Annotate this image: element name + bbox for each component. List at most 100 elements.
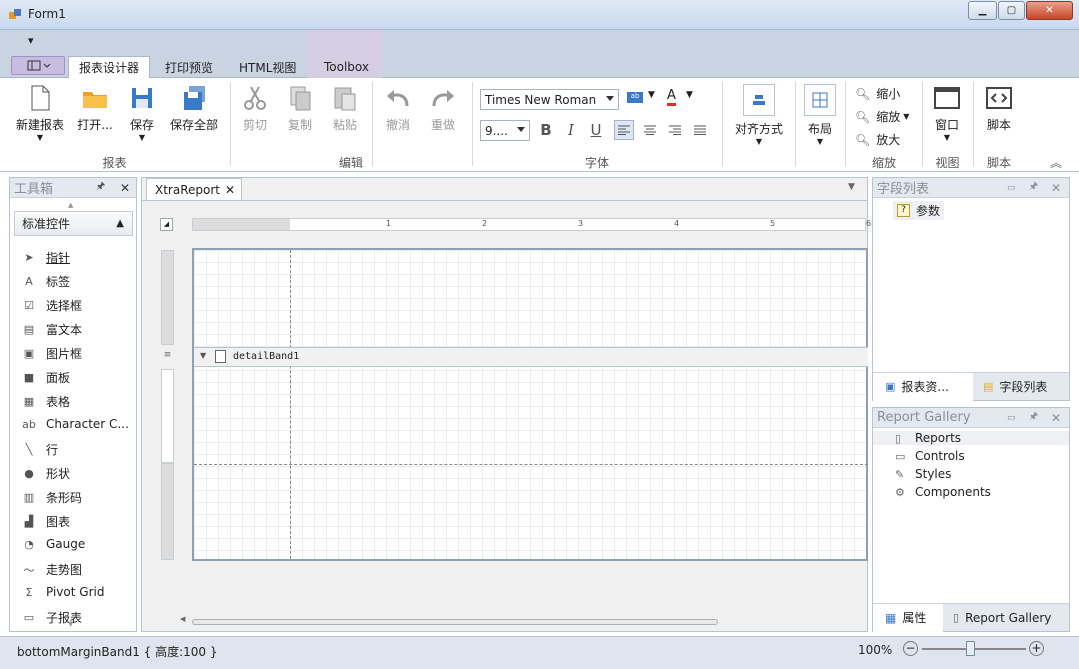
font-size-combo[interactable]: 9.... — [480, 120, 530, 141]
tab-print-preview[interactable]: 打印预览 — [155, 56, 223, 78]
vertical-ruler-top — [161, 250, 174, 345]
ruler-number: 5 — [770, 219, 776, 228]
band-grip-icon[interactable]: ≡ — [161, 350, 174, 362]
undo-button[interactable]: 撤消 — [384, 84, 412, 133]
save-button[interactable]: 保存 ▼ — [128, 84, 156, 142]
redo-button[interactable]: 重做 — [429, 84, 457, 133]
toolbox-item[interactable]: ▤ 富文本 — [22, 321, 82, 338]
font-color-dropdown[interactable]: ▼ — [686, 90, 693, 100]
pin-icon[interactable]: 🖈 — [1029, 179, 1038, 196]
band-header-detail[interactable]: ▼ detailBand1 — [194, 347, 868, 367]
toolbox-item[interactable]: ▣ 图片框 — [22, 345, 82, 362]
maximize-button[interactable]: ▢ — [998, 1, 1025, 20]
gallery-item[interactable]: ▭ Controls — [895, 449, 965, 463]
toolbox-item[interactable]: ab Character C... — [22, 417, 129, 431]
tab-report-gallery[interactable]: ▯ Report Gallery — [943, 611, 1051, 625]
ruler-number: 4 — [674, 219, 680, 228]
zoom-slider-thumb[interactable] — [966, 641, 975, 656]
scroll-up-icon[interactable]: ▲ — [68, 201, 73, 209]
toolbox-item[interactable]: ● 形状 — [22, 465, 70, 482]
toolbox-item[interactable]: Σ Pivot Grid — [22, 585, 105, 599]
group-label-edit: 编辑 — [338, 156, 363, 170]
close-panel-icon[interactable]: ✕ — [1051, 181, 1061, 195]
toolbox-item-label: Character C... — [46, 417, 129, 431]
toolbox-item[interactable]: ➤ 指针 — [22, 249, 70, 266]
tab-toolbox[interactable]: Toolbox — [314, 56, 379, 78]
layout-button[interactable]: 布局 ▼ — [804, 84, 836, 146]
zoom-in-button[interactable]: 🔍︎ 放大 — [855, 131, 900, 148]
align-button[interactable]: 对齐方式 ▼ — [732, 84, 786, 146]
toolbox-section-header[interactable]: 标准控件 ▲ — [14, 211, 133, 236]
field-list-item[interactable]: ? 参数 — [893, 201, 945, 220]
toolbox-item[interactable]: A 标签 — [22, 273, 70, 290]
toolbox-item[interactable]: ▥ 条形码 — [22, 489, 82, 506]
script-button[interactable]: 脚本 — [983, 84, 1015, 133]
minimize-button[interactable]: ▁ — [968, 1, 997, 20]
pin-icon[interactable]: 🖈 — [1029, 409, 1038, 426]
save-all-button[interactable]: 保存全部 — [168, 84, 220, 133]
highlight-color-icon[interactable]: ab — [627, 92, 643, 103]
application-menu-button[interactable] — [11, 56, 65, 75]
restore-icon[interactable]: ▭ — [1007, 183, 1016, 193]
toolbox-item[interactable]: ☑ 选择框 — [22, 297, 82, 314]
collapse-band-icon[interactable]: ▼ — [200, 351, 206, 360]
gallery-item[interactable]: ✎ Styles — [895, 467, 951, 481]
gallery-item[interactable]: ⚙ Components — [895, 485, 991, 499]
copy-button[interactable]: 复制 — [286, 84, 314, 133]
close-button[interactable]: ✕ — [1026, 1, 1073, 20]
toolbox-item[interactable]: ■ 面板 — [22, 369, 70, 386]
line-icon: ╲ — [25, 443, 33, 456]
title-bar: Form1 ▁ ▢ ✕ — [0, 0, 1079, 30]
close-panel-icon[interactable]: ✕ — [1051, 411, 1061, 425]
tab-report-explorer[interactable]: ▣ 报表资... — [873, 372, 973, 401]
horizontal-scrollbar[interactable]: ◀ — [180, 615, 864, 627]
zoom-out-button[interactable]: 🔍︎ 缩小 — [855, 85, 900, 102]
font-color-icon[interactable]: A — [667, 89, 676, 106]
collapse-ribbon-icon[interactable]: ︽ — [1050, 154, 1062, 171]
toolbox-item[interactable]: ▦ 表格 — [22, 393, 70, 410]
styles-icon: ✎ — [895, 468, 905, 481]
zoom-plus-button[interactable]: + — [1029, 641, 1044, 656]
tab-report-designer[interactable]: 报表设计器 — [68, 56, 151, 78]
highlight-color-dropdown[interactable]: ▼ — [648, 90, 655, 100]
picture-icon: ▣ — [23, 347, 35, 360]
window-icon — [934, 87, 960, 109]
align-right-icon[interactable] — [665, 120, 685, 140]
ruler-number: 2 — [482, 219, 488, 228]
gallery-item[interactable]: ▯ Reports — [873, 431, 1069, 445]
scroll-down-icon[interactable]: ▼ — [68, 620, 73, 628]
scrollbar-thumb[interactable] — [192, 619, 718, 625]
restore-icon[interactable]: ▭ — [1007, 413, 1016, 423]
quick-access-dropdown[interactable]: ▾ — [28, 34, 34, 47]
underline-button[interactable]: U — [586, 120, 606, 140]
cut-button[interactable]: 剪切 — [241, 84, 269, 133]
close-tab-icon[interactable]: ✕ — [225, 183, 235, 197]
toolbox-item[interactable]: 〜走势图 — [22, 561, 83, 578]
zoom-icon: 🔍︎ — [855, 109, 871, 124]
font-name-combo[interactable]: Times New Roman — [480, 89, 619, 110]
open-button[interactable]: 打开... — [75, 84, 115, 133]
zoom-minus-button[interactable]: − — [903, 641, 918, 656]
tab-field-list[interactable]: ▤ 字段列表 — [973, 378, 1047, 395]
toolbox-item[interactable]: ╲ 行 — [22, 441, 58, 458]
italic-button[interactable]: I — [561, 120, 581, 140]
bold-button[interactable]: B — [536, 120, 556, 140]
report-page[interactable]: ▼ detailBand1 — [192, 248, 868, 561]
close-panel-icon[interactable]: ✕ — [120, 181, 130, 195]
toolbox-item[interactable]: ◔ Gauge — [22, 537, 85, 551]
document-list-dropdown[interactable]: ▼ — [848, 182, 855, 192]
window-button[interactable]: 窗口 ▼ — [931, 84, 963, 142]
ruler-corner-button[interactable]: ◢ — [160, 218, 173, 231]
new-report-button[interactable]: 新建报表 ▼ — [14, 84, 66, 142]
folder-icon — [83, 92, 107, 108]
pin-icon[interactable]: 🖈 — [96, 179, 105, 196]
tab-html-view[interactable]: HTML视图 — [229, 56, 306, 78]
zoom-button[interactable]: 🔍︎ 缩放 ▼ — [855, 108, 909, 125]
toolbox-item[interactable]: ▟ 图表 — [22, 513, 70, 530]
document-tab[interactable]: XtraReport ✕ — [146, 178, 242, 200]
tab-properties[interactable]: ▦ 属性 — [873, 603, 943, 632]
align-center-icon[interactable] — [640, 120, 660, 140]
align-justify-icon[interactable] — [690, 120, 710, 140]
align-left-icon[interactable] — [614, 120, 634, 140]
paste-button[interactable]: 粘贴 — [331, 84, 359, 133]
